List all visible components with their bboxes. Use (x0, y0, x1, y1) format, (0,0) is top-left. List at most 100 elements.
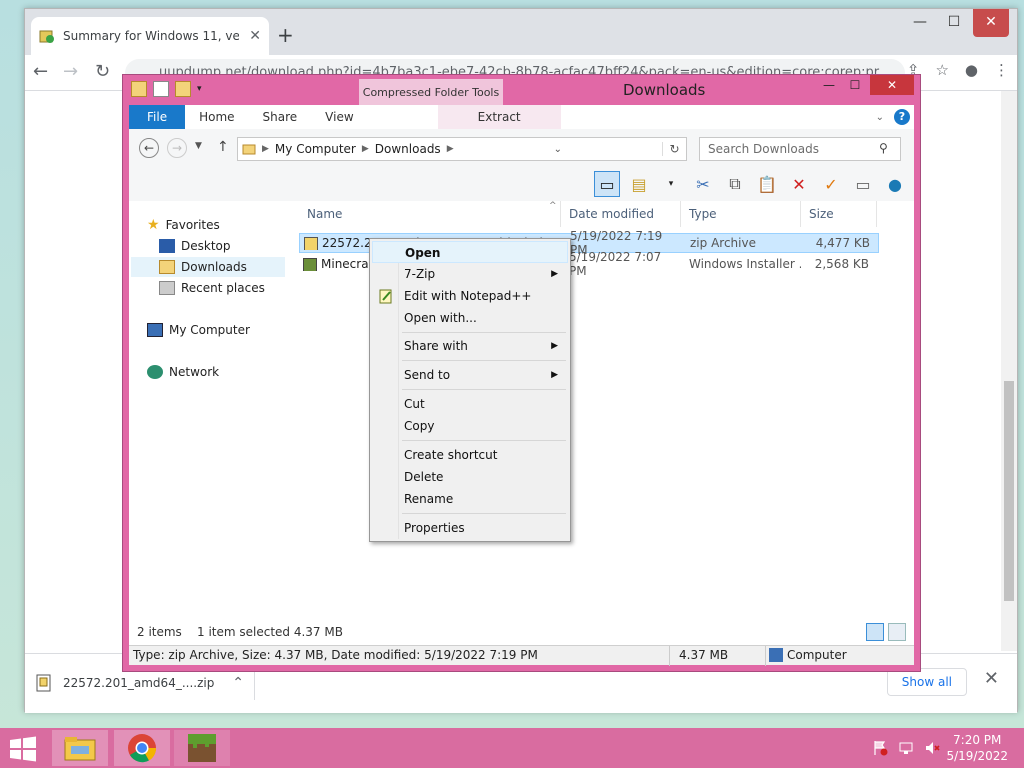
selection-info: 1 item selected 4.37 MB (197, 625, 343, 639)
delete-icon[interactable]: ✕ (786, 171, 812, 197)
taskbar-chrome[interactable] (114, 730, 170, 766)
qat-dropdown-icon[interactable]: ▾ (197, 81, 202, 97)
reload-icon[interactable]: ↻ (95, 61, 110, 82)
tab-home[interactable]: Home (185, 105, 248, 129)
folder-icon[interactable] (131, 81, 147, 97)
column-size[interactable]: Size (801, 201, 877, 227)
page-scrollbar[interactable] (1001, 91, 1017, 651)
window-minimize-button[interactable]: — (903, 9, 937, 37)
divider (669, 646, 670, 666)
new-tab-button[interactable]: + (277, 23, 294, 47)
profile-avatar-icon[interactable]: ● (965, 61, 978, 79)
back-arrow-icon[interactable]: ← (33, 61, 48, 82)
breadcrumb-my-computer[interactable]: My Computer (275, 142, 356, 156)
explorer-forward-icon[interactable]: → (167, 138, 187, 158)
refresh-icon[interactable]: ↻ (662, 142, 686, 156)
taskbar-minecraft[interactable] (174, 730, 230, 766)
nav-desktop[interactable]: Desktop (159, 236, 315, 256)
computer-icon (769, 648, 783, 662)
action-center-flag-icon[interactable] (872, 740, 888, 756)
forward-arrow-icon[interactable]: → (63, 61, 78, 82)
window-maximize-button[interactable]: ☐ (937, 9, 971, 37)
menu-item-open[interactable]: Open (372, 241, 568, 263)
menu-item-send-to[interactable]: Send to ▶ (372, 364, 568, 386)
menu-item-properties[interactable]: Properties (372, 517, 568, 539)
menu-item-open-with[interactable]: Open with... (372, 307, 568, 329)
command-bar: ▭ ▤ ▾ ✂ ⧉ 📋 ✕ ✓ ▭ ● (129, 169, 914, 201)
explorer-close-button[interactable]: ✕ (870, 75, 914, 95)
tab-close-icon[interactable]: ✕ (249, 28, 261, 44)
show-all-button[interactable]: Show all (886, 668, 967, 696)
minecraft-icon (188, 734, 216, 762)
menu-item-cut[interactable]: Cut (372, 393, 568, 415)
nav-recent-places[interactable]: Recent places (159, 278, 315, 298)
menu-item-delete[interactable]: Delete (372, 466, 568, 488)
explorer-back-icon[interactable]: ← (139, 138, 159, 158)
column-name[interactable]: Name (299, 201, 561, 227)
new-folder-icon[interactable] (175, 81, 191, 97)
menu-item-rename[interactable]: Rename (372, 488, 568, 510)
rename-icon[interactable]: ▭ (850, 171, 876, 197)
tab-view[interactable]: View (311, 105, 367, 129)
taskbar-explorer[interactable] (52, 730, 108, 766)
address-dropdown-icon[interactable]: ⌄ (554, 144, 562, 155)
nav-favorites[interactable]: ★ Favorites (147, 215, 303, 235)
bookmark-star-icon[interactable]: ☆ (935, 61, 948, 79)
breadcrumb-separator-icon: ▶ (262, 144, 269, 154)
checkmark-icon[interactable]: ✓ (818, 171, 844, 197)
nav-label: My Computer (169, 323, 250, 337)
download-bar-close-icon[interactable]: ✕ (984, 668, 999, 689)
details-view-icon[interactable] (866, 623, 884, 641)
explorer-address-bar[interactable]: ▶ My Computer ▶ Downloads ▶ ⌄ ↻ (237, 137, 687, 161)
system-clock[interactable]: 7:20 PM 5/19/2022 (946, 732, 1008, 764)
large-icons-view-icon[interactable] (888, 623, 906, 641)
zip-file-icon (36, 674, 51, 692)
menu-item-edit-notepad[interactable]: Edit with Notepad++ (372, 285, 568, 307)
copy-icon[interactable]: ⧉ (722, 171, 748, 197)
column-date-modified[interactable]: Date modified (561, 201, 681, 227)
menu-item-share-with[interactable]: Share with ▶ (372, 335, 568, 357)
tab-extract[interactable]: Extract (437, 105, 561, 129)
menu-item-copy[interactable]: Copy (372, 415, 568, 437)
network-status-icon[interactable] (898, 740, 914, 756)
up-arrow-icon[interactable]: ↑ (217, 139, 229, 155)
search-input[interactable]: Search Downloads (699, 137, 901, 161)
menu-item-create-shortcut[interactable]: Create shortcut (372, 444, 568, 466)
cut-icon[interactable]: ✂ (690, 171, 716, 197)
system-tray (872, 740, 940, 756)
nav-my-computer[interactable]: My Computer (147, 320, 303, 340)
menu-label: Send to (404, 368, 451, 382)
scrollbar-thumb[interactable] (1004, 381, 1014, 601)
nav-network[interactable]: Network (147, 362, 303, 382)
recent-locations-icon[interactable]: ▼ (195, 141, 202, 151)
ribbon-expand-icon[interactable]: ⌄ (876, 112, 884, 123)
explorer-titlebar: ▾ Compressed Folder Tools Downloads — ☐ … (123, 75, 920, 107)
browser-tab[interactable]: Summary for Windows 11, versio ✕ (31, 17, 269, 55)
nav-downloads[interactable]: Downloads (131, 257, 285, 277)
column-type[interactable]: Type (681, 201, 801, 227)
windows-start-icon[interactable] (8, 736, 38, 762)
explorer-maximize-button[interactable]: ☐ (842, 75, 868, 95)
explorer-minimize-button[interactable]: — (816, 75, 842, 95)
options-dropdown-icon[interactable]: ▾ (658, 171, 684, 197)
tab-file[interactable]: File (129, 105, 186, 129)
breadcrumb-separator-icon: ▶ (446, 144, 454, 154)
context-tab-group-label: Compressed Folder Tools (359, 79, 503, 107)
volume-muted-icon[interactable] (924, 740, 940, 756)
folder-icon (242, 144, 256, 155)
nav-label: Network (169, 365, 220, 379)
chevron-up-icon[interactable]: ⌃ (232, 675, 244, 691)
tab-share[interactable]: Share (249, 105, 312, 129)
details-location: Computer (787, 648, 847, 662)
computer-icon (147, 323, 163, 337)
properties-icon[interactable] (153, 81, 169, 97)
menu-kebab-icon[interactable]: ⋮ (994, 61, 1009, 79)
paste-icon[interactable]: 📋 (754, 171, 780, 197)
folder-options-icon[interactable]: ▤ (626, 171, 652, 197)
globe-icon[interactable]: ● (882, 171, 908, 197)
window-close-button[interactable]: ✕ (973, 9, 1009, 37)
help-icon[interactable]: ? (894, 109, 910, 125)
menu-item-7zip[interactable]: 7-Zip ▶ (372, 263, 568, 285)
preview-pane-icon[interactable]: ▭ (594, 171, 620, 197)
breadcrumb-downloads[interactable]: Downloads (375, 142, 441, 156)
